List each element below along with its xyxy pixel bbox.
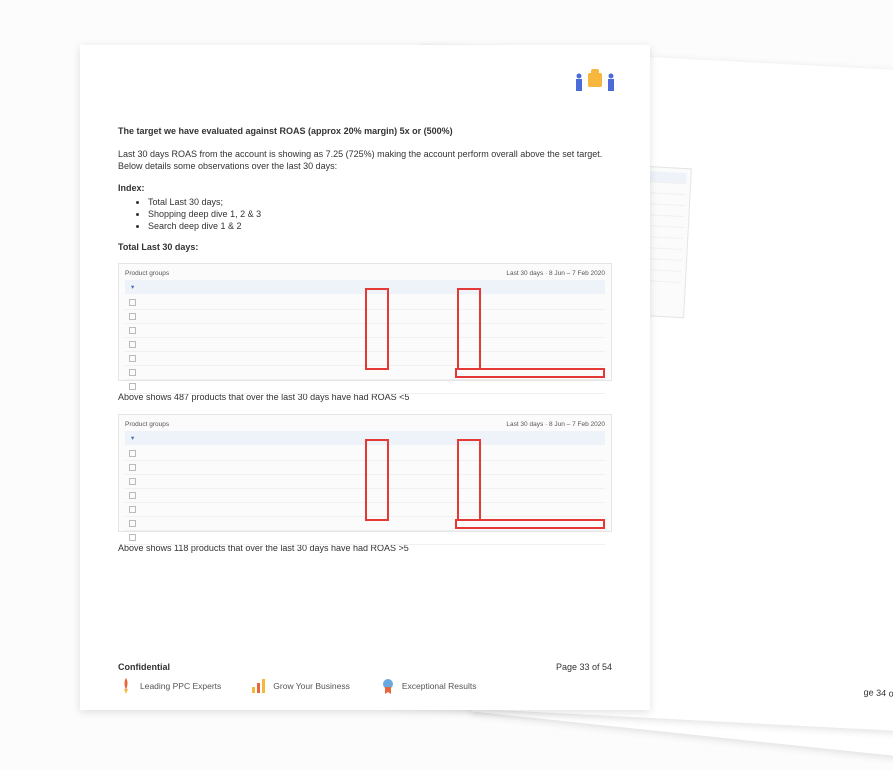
intro-paragraph: Last 30 days ROAS from the account is sh… [118, 148, 612, 173]
list-item: Shopping deep dive 1, 2 & 3 [148, 209, 612, 219]
highlight-box [365, 288, 389, 370]
table-screenshot: Product groups Last 30 days · 8 Jun – 7 … [118, 263, 612, 381]
table-screenshot: Product groups Last 30 days · 8 Jun – 7 … [118, 414, 612, 532]
highlight-box [365, 439, 389, 521]
footer-item: Exceptional Results [380, 678, 477, 694]
page-footer: Confidential Page 33 of 54 Leading PPC E… [118, 662, 612, 694]
table-title: Product groups [125, 421, 169, 428]
table-daterange: Last 30 days · 8 Jun – 7 Feb 2020 [506, 421, 605, 428]
index-list: Total Last 30 days; Shopping deep dive 1… [148, 197, 612, 231]
document-page-33: The target we have evaluated against ROA… [80, 45, 650, 710]
index-label: Index: [118, 183, 612, 193]
page-number: Page 33 of 54 [556, 662, 612, 672]
confidential-label: Confidential [118, 662, 170, 672]
highlight-box [455, 368, 605, 378]
logo-icon [570, 65, 620, 95]
footer-item: Leading PPC Experts [118, 678, 221, 694]
highlight-box [457, 288, 481, 370]
highlight-box [457, 439, 481, 521]
heading: The target we have evaluated against ROA… [118, 125, 612, 138]
badge-icon [380, 678, 396, 694]
table-daterange: Last 30 days · 8 Jun – 7 Feb 2020 [506, 270, 605, 277]
list-item: Search deep dive 1 & 2 [148, 221, 612, 231]
chart-icon [251, 678, 267, 694]
table-title: Product groups [125, 270, 169, 277]
footer-item: Grow Your Business [251, 678, 350, 694]
section-title: Total Last 30 days: [118, 241, 612, 254]
page-number: ge 34 of 54 [863, 687, 893, 699]
rocket-icon [118, 678, 134, 694]
highlight-box [455, 519, 605, 529]
list-item: Total Last 30 days; [148, 197, 612, 207]
